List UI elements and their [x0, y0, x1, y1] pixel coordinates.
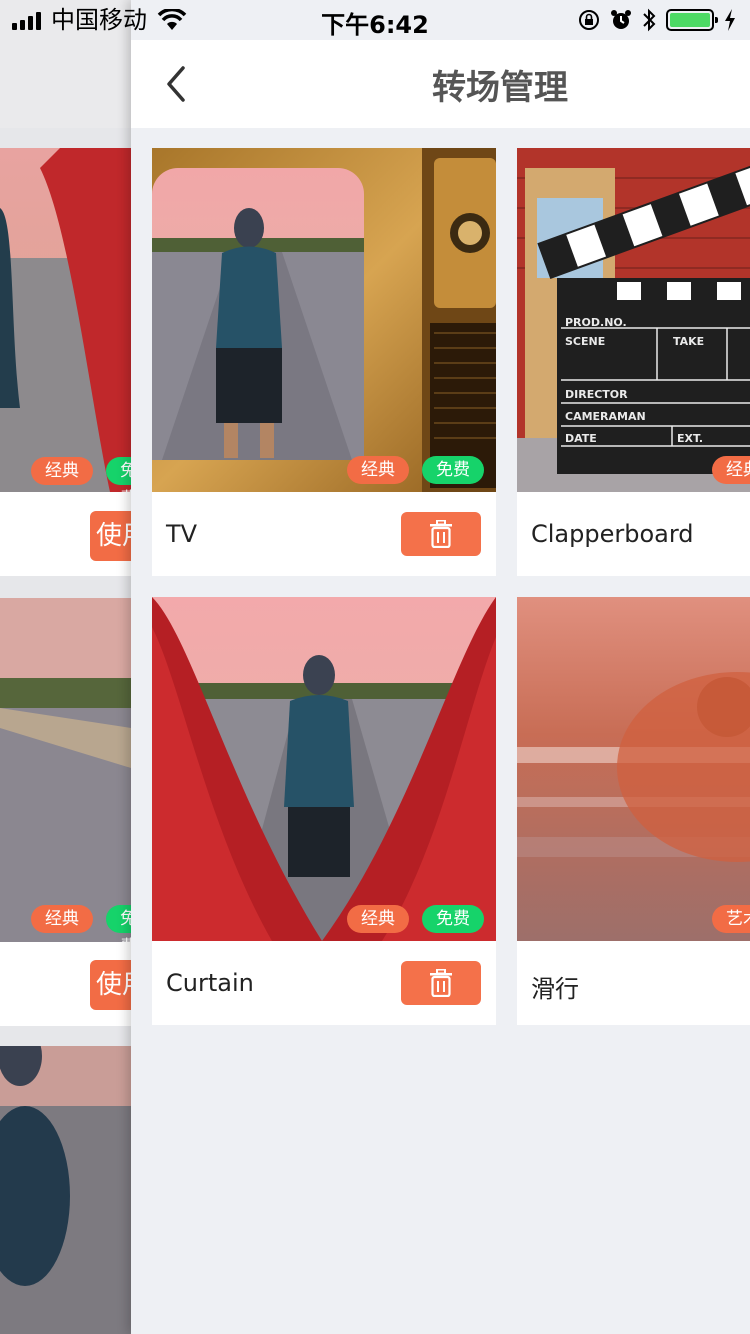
bg-divider: [0, 128, 131, 148]
bg-use-button[interactable]: 使用: [90, 960, 131, 1010]
tv-thumbnail: [152, 148, 496, 492]
page-title: 转场管理: [432, 68, 568, 108]
slide-thumbnail: [517, 597, 750, 941]
bg-thumbnail-curtain: [0, 148, 131, 492]
transition-manager-panel: 转场管理 经典 免费 TV PROD.NO. SCENE TAKE DIRECT…: [131, 0, 750, 1334]
svg-text:SCENE: SCENE: [565, 335, 605, 348]
badge-classic: 经典: [712, 456, 750, 484]
clapperboard-thumbnail: PROD.NO. SCENE TAKE DIRECTOR CAMERAMAN D…: [517, 148, 750, 492]
card-footer: TV: [152, 492, 496, 576]
card-footer: Curtain: [152, 941, 496, 1025]
background-page: 经典 免费 使用 经典 免费 使用: [0, 0, 131, 1334]
bg-badge-classic: 经典: [31, 457, 93, 485]
card-footer: 滑行: [517, 941, 750, 1025]
curtain-thumbnail: [152, 597, 496, 941]
transition-name: Curtain: [166, 969, 254, 997]
transition-card-curtain[interactable]: 经典 免费 Curtain: [152, 597, 496, 1025]
card-footer: Clapperboard: [517, 492, 750, 576]
trash-icon: [430, 520, 452, 548]
bg-use-button[interactable]: 使用: [90, 511, 131, 561]
svg-text:PROD.NO.: PROD.NO.: [565, 316, 627, 329]
badge-classic: 经典: [347, 456, 409, 484]
chevron-left-icon: [167, 66, 185, 102]
bluetooth-icon: [643, 8, 656, 32]
svg-text:TAKE: TAKE: [673, 335, 704, 348]
transition-name: Clapperboard: [531, 520, 694, 548]
delete-button[interactable]: [401, 961, 481, 1005]
badge-art: 艺术: [712, 905, 750, 933]
transition-card-clapperboard[interactable]: PROD.NO. SCENE TAKE DIRECTOR CAMERAMAN D…: [517, 148, 750, 576]
bg-divider: [0, 576, 131, 598]
bg-badge-classic: 经典: [31, 905, 93, 933]
svg-text:DIRECTOR: DIRECTOR: [565, 388, 628, 401]
transition-card-tv[interactable]: 经典 免费 TV: [152, 148, 496, 576]
badge-classic: 经典: [347, 905, 409, 933]
transition-name: 滑行: [531, 975, 579, 1003]
transition-card-slide[interactable]: 艺术 滑行: [517, 597, 750, 1025]
orientation-lock-icon: [579, 10, 599, 30]
bg-thumbnail-road: [0, 598, 131, 942]
back-button[interactable]: [155, 60, 199, 108]
bg-badge-free: 免费: [106, 905, 131, 957]
nav-bar: 转场管理: [131, 40, 750, 128]
battery-icon: [666, 9, 718, 31]
delete-button[interactable]: [401, 512, 481, 556]
trash-icon: [430, 969, 452, 997]
badge-free: 免费: [422, 456, 484, 484]
badge-free: 免费: [422, 905, 484, 933]
transition-name: TV: [166, 520, 198, 548]
charging-icon: [725, 9, 735, 31]
bg-thumbnail-blur: [0, 1046, 131, 1334]
svg-text:DATE: DATE: [565, 432, 597, 445]
svg-text:EXT.: EXT.: [677, 432, 703, 445]
status-bar: 中国移动 下午6:42: [0, 0, 750, 40]
bg-divider: [0, 1026, 131, 1046]
alarm-icon: [611, 10, 631, 29]
svg-text:CAMERAMAN: CAMERAMAN: [565, 410, 646, 423]
bg-badge-free: 免费: [106, 457, 131, 509]
